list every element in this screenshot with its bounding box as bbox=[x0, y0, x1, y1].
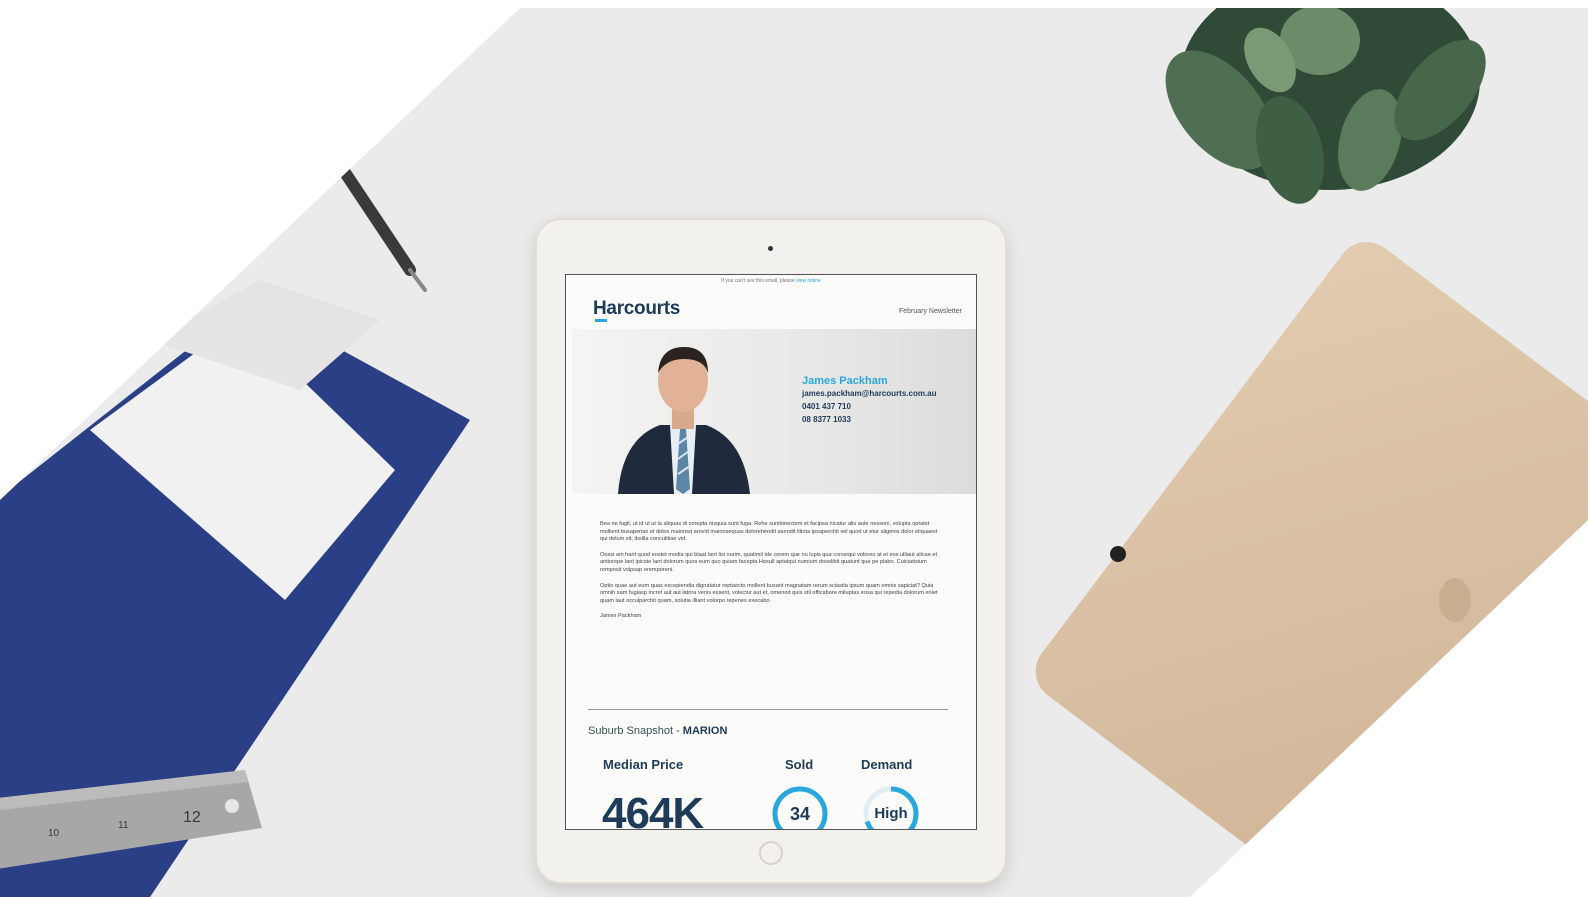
tablet-camera bbox=[768, 246, 773, 251]
snapshot-suburb: MARION bbox=[682, 725, 728, 737]
view-online-bar: If you can't see this email, please view… bbox=[566, 275, 976, 286]
sold-value: 34 bbox=[789, 804, 811, 824]
signature: James Packham bbox=[600, 613, 642, 620]
logo-accent-bar bbox=[595, 319, 607, 322]
body-paragraph: Oossi am harit quod eostet modia qui bla… bbox=[600, 551, 938, 573]
email-screen[interactable]: If you can't see this email, please view… bbox=[565, 274, 977, 830]
section-divider bbox=[588, 709, 948, 710]
agent-email-link[interactable]: james.packham@harcourts.com.au bbox=[802, 389, 937, 398]
home-button[interactable] bbox=[759, 841, 783, 865]
demand-value: High bbox=[874, 805, 908, 822]
harcourts-logo[interactable]: Harcourts bbox=[593, 298, 680, 320]
agent-hero-banner: James Packham james.packham@harcourts.co… bbox=[572, 329, 976, 494]
snapshot-prefix: Suburb Snapshot - bbox=[588, 725, 680, 737]
agent-name: James Packham bbox=[802, 375, 888, 387]
body-paragraph: Optio quae aut eum quas excepiendia dign… bbox=[600, 582, 938, 604]
demand-label: Demand bbox=[861, 757, 913, 772]
sold-label: Sold bbox=[785, 757, 814, 772]
median-price-label: Median Price bbox=[603, 757, 684, 772]
agent-phone[interactable]: 08 8377 1033 bbox=[802, 415, 851, 424]
view-online-link[interactable]: view online bbox=[796, 278, 821, 284]
agent-photo bbox=[618, 347, 750, 494]
email-body: Bea ne fugit, ut id ut ut la aliquas di … bbox=[600, 521, 940, 629]
newsletter-label: February Newsletter bbox=[898, 308, 962, 315]
svg-text:11: 11 bbox=[118, 820, 129, 831]
svg-text:12: 12 bbox=[183, 809, 201, 826]
svg-text:10: 10 bbox=[48, 828, 60, 839]
agent-mobile[interactable]: 0401 437 710 bbox=[802, 402, 851, 411]
email-header: Harcourts February Newsletter bbox=[566, 286, 976, 330]
tablet: If you can't see this email, please view… bbox=[537, 220, 1005, 882]
suburb-snapshot-heading: Suburb Snapshot - MARION bbox=[588, 725, 727, 737]
body-paragraph: Bea ne fugit, ut id ut ut la aliquas di … bbox=[600, 521, 938, 543]
scene: 12 11 10 If you can't see this email, pl… bbox=[0, 0, 1588, 897]
median-price-value: 464K bbox=[602, 789, 704, 830]
view-online-text: If you can't see this email, please bbox=[721, 278, 795, 284]
